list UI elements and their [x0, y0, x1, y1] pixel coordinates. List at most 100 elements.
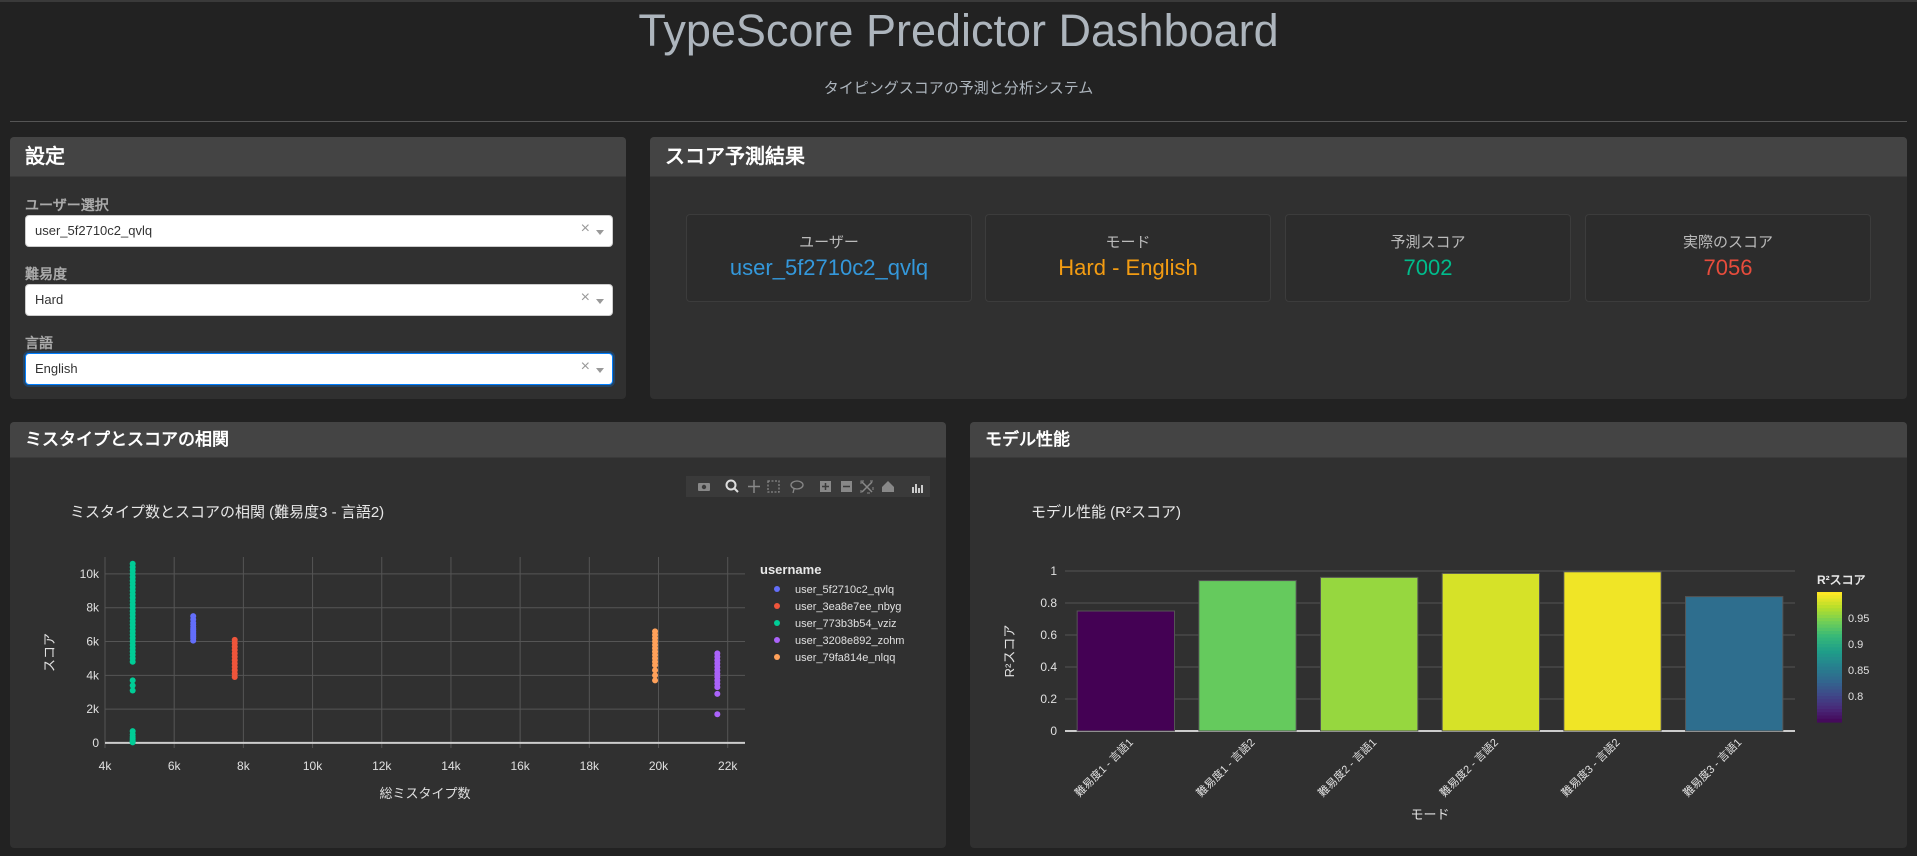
language-select-clear-icon[interactable]: × — [581, 358, 590, 376]
x-tick-label: 6k — [168, 759, 182, 773]
bar — [1685, 596, 1784, 732]
scatter-point — [129, 658, 136, 665]
legend-marker — [774, 620, 780, 626]
x-tick-label: 18k — [580, 759, 600, 773]
y-tick-label: 6k — [86, 635, 100, 649]
header-divider — [10, 121, 1907, 122]
chevron-down-icon[interactable] — [596, 230, 604, 235]
settings-card: 設定 ユーザー選択 user_5f2710c2_qvlq × 難易度 Hard … — [10, 137, 626, 399]
difficulty-select[interactable]: Hard × — [25, 284, 613, 316]
language-select[interactable]: English × — [25, 353, 613, 385]
scatter-chart: ミスタイプ数とスコアの相関 (難易度3 - 言語2) 4k 6k 8k 10k 12k 14… — [42, 504, 904, 801]
colorbar-tick-label: 0.85 — [1848, 665, 1869, 677]
colorbar-tick-label: 0.9 — [1848, 639, 1863, 651]
scatter-point — [190, 637, 197, 644]
x-tick-label: 難易度2 - 言語1 — [1315, 735, 1379, 799]
legend-item: user_3ea8e7ee_nbyg — [795, 601, 901, 613]
y-tick-label: 0.4 — [1040, 660, 1057, 674]
y-tick-label: 0.8 — [1040, 596, 1057, 610]
difficulty-select-value: Hard — [35, 292, 64, 307]
scatter-point — [652, 677, 659, 684]
x-tick-label: 14k — [441, 759, 461, 773]
legend-item: user_3208e892_zohm — [795, 635, 904, 647]
y-axis-label: スコア — [42, 633, 57, 672]
language-select-value: English — [35, 361, 78, 376]
x-tick-label: 20k — [649, 759, 669, 773]
stat-user: ユーザー user_5f2710c2_qvlq — [686, 214, 972, 302]
scatter-point — [714, 690, 721, 697]
scatter-point — [129, 739, 136, 746]
legend-marker — [774, 654, 780, 660]
bar-chart: モデル性能 (R²スコア) 0 0.2 0.4 0.6 0.8 1 難易度1 - 言語1 難易度… — [1002, 503, 1869, 822]
x-tick-label: 16k — [510, 759, 530, 773]
x-tick-label: 難易度2 - 言語2 — [1437, 735, 1501, 799]
zoom-out-icon[interactable] — [841, 481, 852, 492]
stat-predicted: 予測スコア 7002 — [1285, 214, 1571, 302]
scatter-title: ミスタイプ数とスコアの相関 (難易度3 - 言語2) — [70, 504, 384, 521]
x-tick-label: 難易度1 - 言語2 — [1193, 735, 1257, 799]
y-tick-label: 0.2 — [1040, 692, 1057, 706]
y-tick-label: 10k — [80, 567, 100, 581]
bar — [1320, 576, 1419, 732]
prediction-card-header: スコア予測結果 — [650, 137, 1907, 177]
chevron-down-icon[interactable] — [596, 368, 604, 373]
camera-icon[interactable] — [698, 483, 710, 491]
legend-item: user_773b3b54_vziz — [795, 618, 897, 630]
bar — [1563, 571, 1662, 732]
stat-user-value: user_5f2710c2_qvlq — [729, 255, 929, 280]
page-subtitle: タイピングスコアの予測と分析システム — [823, 80, 1094, 97]
stat-mode: モード Hard - English — [985, 214, 1271, 302]
user-select-label: ユーザー選択 — [25, 197, 109, 213]
y-tick-label: 4k — [86, 668, 100, 682]
x-tick-label: 8k — [237, 759, 251, 773]
chevron-down-icon[interactable] — [596, 299, 604, 304]
y-tick-label: 0 — [92, 736, 99, 750]
stat-predicted-label: 予測スコア — [1390, 234, 1466, 251]
y-tick-label: 0.6 — [1040, 628, 1057, 642]
colorbar-tick-label: 0.8 — [1848, 691, 1863, 703]
bar-title: モデル性能 (R²スコア) — [1031, 503, 1181, 521]
y-tick-label: 1 — [1050, 564, 1057, 578]
x-tick-label: 22k — [718, 759, 738, 773]
legend-item: user_5f2710c2_qvlq — [795, 584, 894, 596]
language-select-label: 言語 — [25, 335, 53, 351]
colorbar-segment — [1817, 718, 1842, 723]
x-tick-label: 難易度3 - 言語2 — [1558, 735, 1622, 799]
scatter-point — [714, 711, 721, 718]
colorbar-title: R²スコア — [1817, 573, 1866, 587]
bar — [1198, 580, 1297, 732]
user-select-clear-icon[interactable]: × — [581, 220, 590, 238]
legend-marker — [774, 603, 780, 609]
x-tick-label: 難易度1 - 言語1 — [1072, 735, 1136, 799]
difficulty-select-clear-icon[interactable]: × — [581, 289, 590, 307]
stat-actual-value: 7056 — [1703, 255, 1753, 280]
y-tick-label: 0 — [1050, 724, 1057, 738]
x-tick-label: 10k — [303, 759, 323, 773]
zoom-in-icon[interactable] — [820, 481, 831, 492]
bar — [1441, 572, 1540, 732]
y-tick-label: 2k — [86, 702, 100, 716]
settings-card-header: 設定 — [10, 137, 626, 177]
user-select[interactable]: user_5f2710c2_qvlq × — [25, 215, 613, 247]
x-tick-label: 難易度3 - 言語1 — [1680, 735, 1744, 799]
chart-modebar — [686, 476, 930, 497]
scatter-point — [231, 674, 238, 681]
legend-marker — [774, 586, 780, 592]
x-tick-label: 12k — [372, 759, 392, 773]
difficulty-select-label: 難易度 — [25, 266, 67, 282]
scatter-point — [129, 687, 136, 694]
x-axis-label: 総ミスタイプ数 — [379, 786, 470, 801]
x-axis-label: モード — [1410, 807, 1449, 822]
scatter-card-header: ミスタイプとスコアの相関 — [10, 422, 946, 458]
stat-mode-value: Hard - English — [1058, 255, 1198, 280]
legend-title: username — [760, 562, 821, 577]
stat-predicted-value: 7002 — [1403, 255, 1453, 280]
top-border — [0, 0, 1917, 2]
stat-actual-label: 実際のスコア — [1682, 234, 1773, 251]
stat-user-label: ユーザー — [799, 234, 859, 251]
bar — [1076, 610, 1175, 732]
bar-card-header: モデル性能 — [970, 422, 1907, 458]
user-select-value: user_5f2710c2_qvlq — [35, 223, 153, 238]
y-tick-label: 8k — [86, 601, 100, 615]
colorbar-tick-label: 0.95 — [1848, 613, 1869, 625]
